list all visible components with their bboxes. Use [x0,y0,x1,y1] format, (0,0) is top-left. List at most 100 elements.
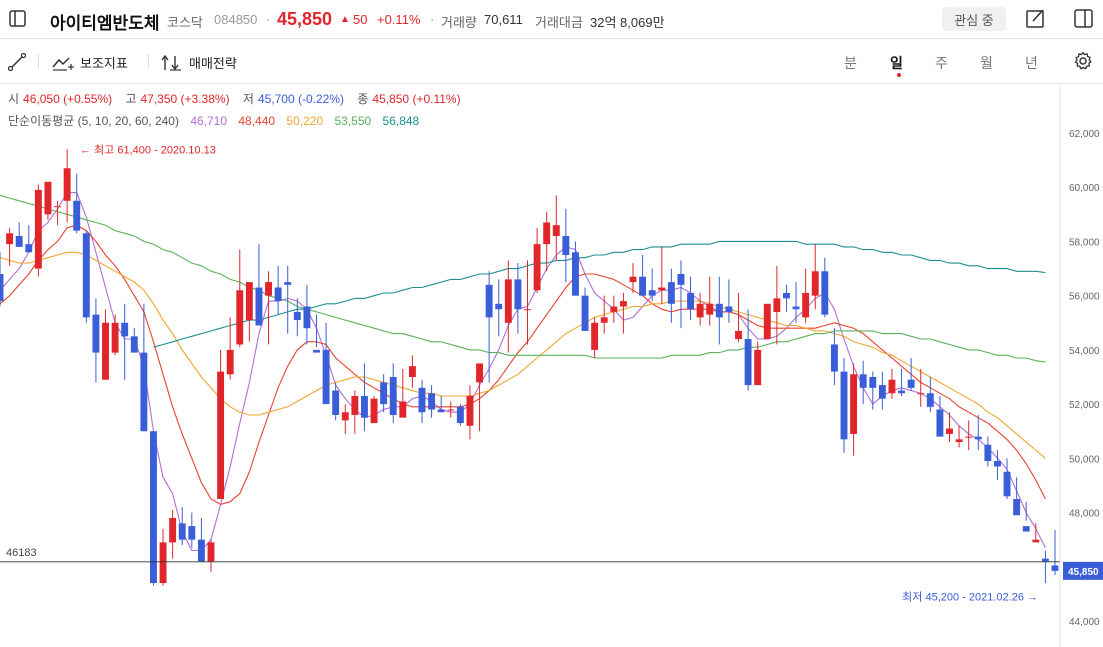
candle-body [792,306,800,310]
candle-body [111,322,119,353]
candle-body [293,311,301,321]
candle-body [92,314,100,353]
toolbar-divider [148,54,149,68]
candle-body [984,444,992,462]
period-minute-tab[interactable]: 분 [844,53,857,73]
candle-body [994,461,1001,467]
volume-value: 70,611 [484,12,523,27]
y-tick-label: 56,000 [1069,292,1100,303]
candle-body [82,233,90,318]
candle-body [274,287,282,302]
candle-body [572,252,579,296]
edit-icon[interactable] [1026,9,1045,28]
candle-body [159,542,167,584]
stock-header: 아이티엠반도체 코스닥 084850 · 45,850 ▲ 50 +0.11% … [0,0,1103,39]
candle-body [1022,526,1030,532]
candle-body [332,390,340,415]
candle-body [1032,539,1040,543]
indicator-button[interactable]: 보조지표 [52,53,128,72]
candle-body [677,273,685,285]
crosshair-label: 46183 [6,547,37,559]
candle-body [437,409,445,413]
side-panel-icon[interactable] [9,10,26,27]
period-day-tab[interactable]: 일 [890,53,903,73]
ma-line-60 [0,194,1046,363]
candle-body [466,395,474,426]
candle-body [1003,471,1011,497]
candle-body [715,303,723,318]
candle-body [974,436,982,440]
candle-body [706,303,714,315]
period-week-tab[interactable]: 주 [935,53,948,73]
candle-body [495,303,503,310]
candle-body [946,428,953,434]
candle-body [361,395,368,418]
candle-body [226,349,234,375]
candle-body [54,206,61,208]
candle-body [926,393,934,407]
candlestick-chart[interactable]: 62,000 60,000 58,000 56,000 54,000 52,000 50,0… [0,84,1103,647]
candle-body [763,303,771,340]
candle-body [34,189,42,269]
current-price: 45,850 [277,9,333,29]
candle-body [610,306,618,312]
candle-body [428,393,436,410]
candle-body [840,371,848,440]
candle-body [15,236,23,247]
candle-body [619,301,627,307]
amount-value: 32억 8,069만 [590,15,665,30]
y-tick-label: 52,000 [1069,400,1100,411]
min-price-annotation: 최저 45,200 - 2021.02.26 → [902,590,1038,603]
candle-body [811,271,819,296]
watchlist-button[interactable]: 관심 중 [942,7,1006,31]
y-tick-label: 62,000 [1069,129,1100,140]
candle-body [341,412,349,421]
candle-body [696,303,704,318]
candle-body [313,349,320,353]
candle-body [197,539,205,562]
candle-body [485,284,493,318]
y-tick-label: 48,000 [1069,509,1100,520]
candle-body [955,439,963,443]
active-period-indicator [897,73,901,77]
candle-body [1041,558,1049,562]
candle-body [245,282,253,321]
separator-dot-2: · [430,12,435,27]
price-change: 50 [353,12,368,27]
candle-body [773,298,781,312]
toolbar-divider [38,54,39,68]
candle-body [1013,499,1021,516]
volume-label: 거래량 [441,15,477,30]
y-tick-label: 44,000 [1069,617,1100,628]
candle-body [370,398,378,424]
price-change-percent: +0.11% [377,12,421,27]
candle-body [44,181,52,215]
period-year-tab[interactable]: 년 [1025,53,1038,73]
candle-body [188,526,196,540]
strategy-button[interactable]: 매매전략 [161,53,237,72]
stock-code: 084850 [214,12,258,27]
period-month-tab[interactable]: 월 [980,53,993,73]
candle-body [744,339,752,386]
candle-body [504,279,512,323]
candle-body [456,406,464,424]
candle-body [888,379,896,394]
candle-body [667,282,675,304]
candle-body [600,317,608,323]
up-arrow-icon: ▲ [340,14,350,25]
candle-body [639,276,647,296]
candle-body [533,244,541,291]
stock-name: 아이티엠반도체 [50,14,160,33]
candle-body [907,379,915,388]
candle-body [898,390,905,394]
layout-icon[interactable] [1074,9,1093,28]
candle-body [735,330,742,340]
candle-body [351,395,359,415]
draw-line-icon[interactable] [8,53,26,71]
candle-body [284,282,292,285]
indicator-label: 보조지표 [80,56,128,71]
gear-icon[interactable] [1073,51,1093,71]
max-price-annotation: ← 최고 61,400 - 2020.10.13 [80,143,216,156]
chart-toolbar: 보조지표 매매전략 분 일 주 월 년 [0,39,1103,84]
candle-body [418,387,426,413]
